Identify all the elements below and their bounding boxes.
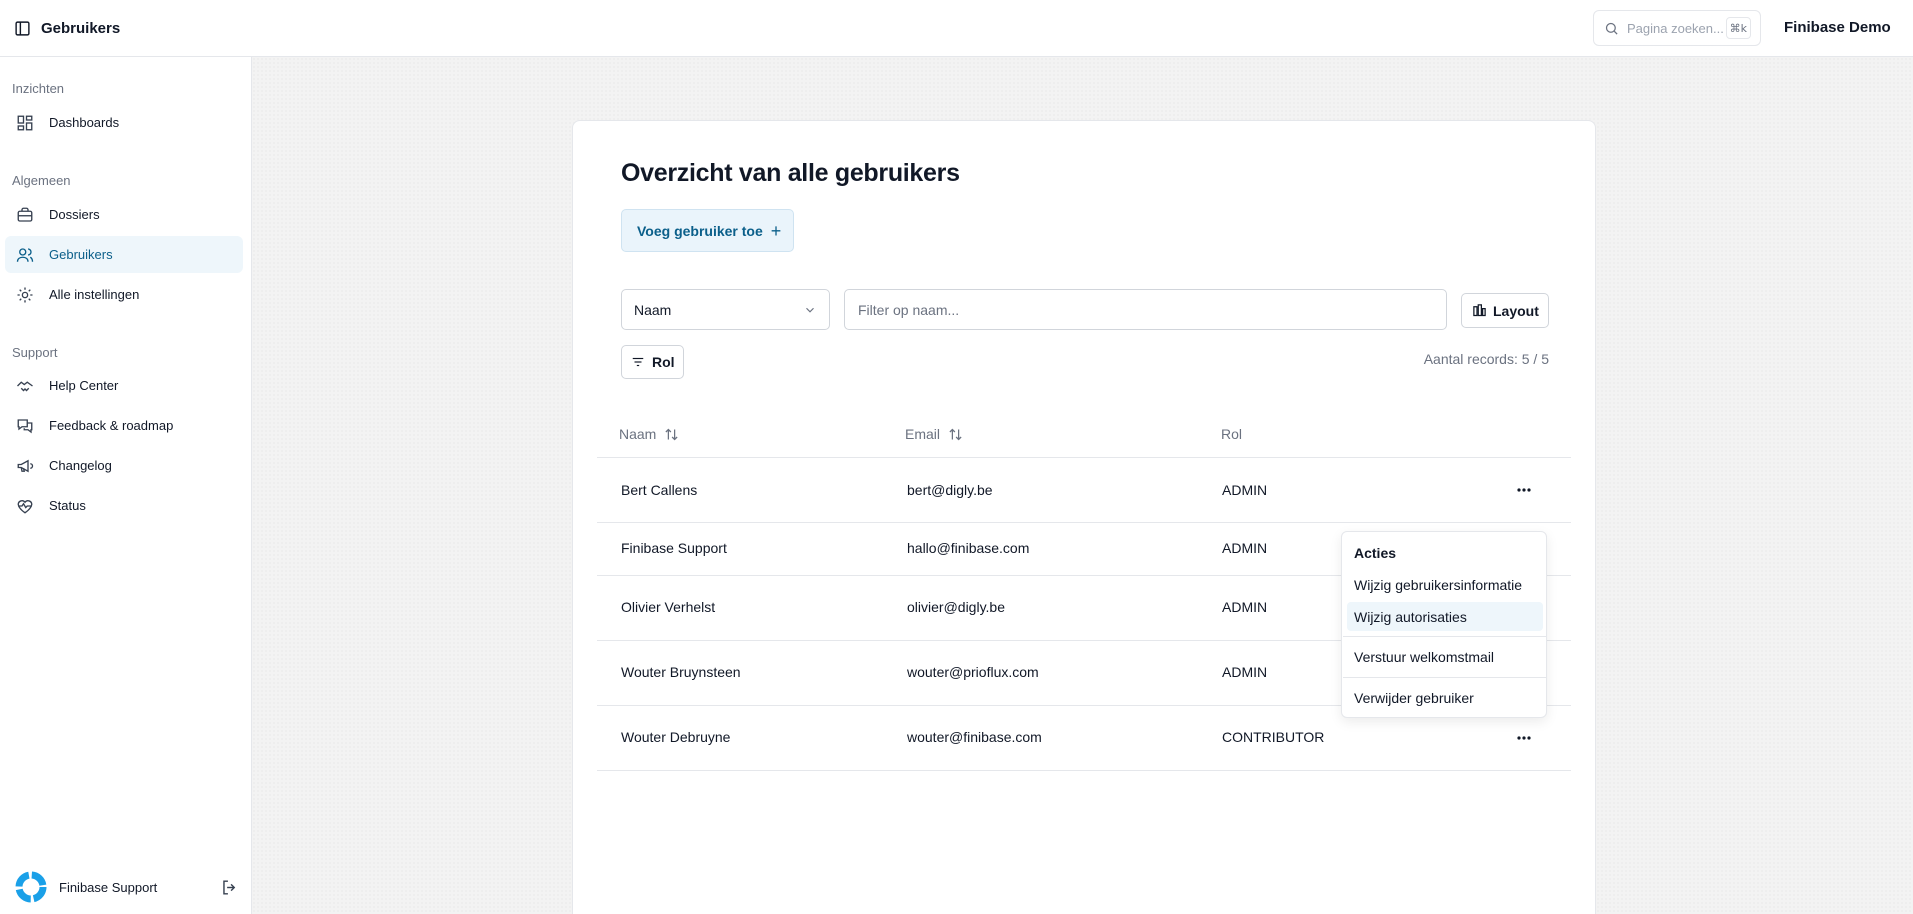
cell-name: Wouter Debruyne xyxy=(621,729,731,745)
row-actions-button[interactable] xyxy=(1514,480,1534,500)
plus-icon: + xyxy=(770,220,782,241)
sidebar-item-dossiers[interactable]: Dossiers xyxy=(5,196,243,233)
page-heading: Overzicht van alle gebruikers xyxy=(621,159,960,187)
sidebar-item-status[interactable]: Status xyxy=(5,487,243,524)
ellipsis-icon xyxy=(1517,736,1531,740)
chevron-down-icon xyxy=(806,307,814,313)
table-header: Naam Email Rol xyxy=(597,411,1571,458)
sidebar-user: Finibase Support xyxy=(15,870,240,904)
column-header-naam[interactable]: Naam xyxy=(619,426,679,442)
column-label: Email xyxy=(905,426,941,442)
columns-icon xyxy=(1473,304,1486,317)
sidebar-item-label: Feedback & roadmap xyxy=(49,418,174,433)
layout-label: Layout xyxy=(1493,302,1539,319)
group-label-support: Support xyxy=(12,345,58,360)
cell-role: ADMIN xyxy=(1222,540,1268,556)
column-header-email[interactable]: Email xyxy=(905,426,963,442)
menu-divider xyxy=(1343,677,1547,678)
cell-name: Olivier Verhelst xyxy=(621,599,716,615)
group-label-inzichten: Inzichten xyxy=(12,81,65,96)
sidebar-item-changelog[interactable]: Changelog xyxy=(5,447,243,484)
sidebar-item-label: Dashboards xyxy=(49,115,120,130)
sidebar-item-alle-instellingen[interactable]: Alle instellingen xyxy=(5,276,243,313)
actions-menu: Acties Wijzig gebruikersinformatie Wijzi… xyxy=(1341,531,1547,718)
briefcase-icon xyxy=(15,205,35,225)
row-actions-button[interactable] xyxy=(1514,728,1534,748)
cell-email: hallo@finibase.com xyxy=(907,540,1030,556)
cell-role: ADMIN xyxy=(1222,664,1268,680)
cell-role: ADMIN xyxy=(1222,599,1268,615)
menu-item-edit-user-info[interactable]: Wijzig gebruikersinformatie xyxy=(1347,570,1543,599)
cell-name: Bert Callens xyxy=(621,482,698,498)
sidebar-item-feedback-roadmap[interactable]: Feedback & roadmap xyxy=(5,407,243,444)
logout-icon[interactable] xyxy=(218,876,240,898)
sidebar-item-label: Changelog xyxy=(49,458,112,473)
role-filter-button[interactable]: Rol xyxy=(621,345,684,379)
cell-email: wouter@finibase.com xyxy=(907,729,1042,745)
users-card: Overzicht van alle gebruikers Voeg gebru… xyxy=(572,120,1596,914)
sidebar-item-help-center[interactable]: Help Center xyxy=(5,367,243,404)
filter-input[interactable] xyxy=(844,289,1447,330)
cell-name: Finibase Support xyxy=(621,540,727,556)
actions-menu-title: Acties xyxy=(1354,545,1397,561)
handshake-icon xyxy=(15,376,35,396)
sidebar-item-label: Status xyxy=(49,498,86,513)
sort-icon xyxy=(665,428,678,440)
column-label: Naam xyxy=(619,426,657,442)
sidebar: Inzichten Dashboards Algemeen Dossiers G… xyxy=(0,57,252,914)
cell-role: CONTRIBUTOR xyxy=(1222,729,1325,745)
sidebar-toggle-icon[interactable] xyxy=(13,19,31,37)
page-title: Gebruikers xyxy=(41,19,121,37)
menu-divider xyxy=(1343,636,1547,637)
search-placeholder: Pagina zoeken... xyxy=(1627,20,1724,36)
sidebar-item-label: Help Center xyxy=(49,378,119,393)
dashboard-icon xyxy=(15,113,35,133)
filter-icon xyxy=(632,357,644,367)
column-select-value: Naam xyxy=(634,301,672,318)
menu-item-delete-user[interactable]: Verwijder gebruiker xyxy=(1347,683,1543,712)
role-filter-label: Rol xyxy=(652,354,675,370)
sidebar-item-label: Dossiers xyxy=(49,207,100,222)
users-icon xyxy=(15,245,35,265)
column-select[interactable]: Naam xyxy=(621,289,830,330)
column-header-rol: Rol xyxy=(1221,426,1242,442)
sidebar-item-label: Alle instellingen xyxy=(49,287,140,302)
add-user-button[interactable]: Voeg gebruiker toe + xyxy=(621,209,794,252)
gear-icon xyxy=(15,285,35,305)
megaphone-icon xyxy=(15,456,35,476)
cell-email: olivier@digly.be xyxy=(907,599,1005,615)
menu-item-edit-authorizations[interactable]: Wijzig autorisaties xyxy=(1347,602,1543,631)
chat-icon xyxy=(15,416,35,436)
search-icon xyxy=(1605,22,1618,35)
user-name: Finibase Support xyxy=(59,879,158,895)
sidebar-item-label: Gebruikers xyxy=(49,247,113,262)
cell-email: wouter@prioflux.com xyxy=(907,664,1039,680)
search-shortcut: ⌘k xyxy=(1725,17,1751,39)
add-user-label: Voeg gebruiker toe xyxy=(637,222,763,239)
ellipsis-icon xyxy=(1517,488,1531,492)
page-search[interactable]: Pagina zoeken... ⌘k xyxy=(1593,10,1761,46)
table-row: Bert Callens bert@digly.be ADMIN xyxy=(597,458,1571,523)
sidebar-item-dashboards[interactable]: Dashboards xyxy=(5,104,243,141)
cell-role: ADMIN xyxy=(1222,482,1268,498)
record-count: Aantal records: 5 / 5 xyxy=(1423,351,1549,367)
menu-item-send-welcome-mail[interactable]: Verstuur welkomstmail xyxy=(1347,642,1543,671)
column-label: Rol xyxy=(1221,426,1243,442)
heart-pulse-icon xyxy=(15,496,35,516)
layout-button[interactable]: Layout xyxy=(1461,293,1549,328)
cell-email: bert@digly.be xyxy=(907,482,993,498)
sort-icon xyxy=(949,428,962,440)
sidebar-item-gebruikers[interactable]: Gebruikers xyxy=(5,236,243,273)
top-bar: Gebruikers Pagina zoeken... ⌘k Finibase … xyxy=(0,0,1913,57)
cell-name: Wouter Bruynsteen xyxy=(621,664,741,680)
organization-name[interactable]: Finibase Demo xyxy=(1784,19,1891,36)
group-label-algemeen: Algemeen xyxy=(12,173,71,188)
finibase-logo-avatar[interactable] xyxy=(15,871,47,903)
